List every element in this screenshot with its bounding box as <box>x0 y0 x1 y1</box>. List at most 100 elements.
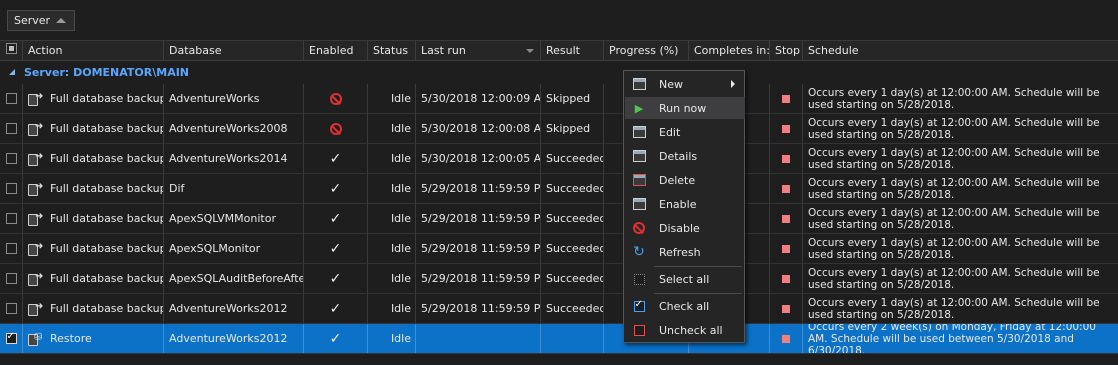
table-row[interactable]: Full database backupDif ✓ Idle5/29/2018 11… <box>0 174 1118 204</box>
header-result[interactable]: Result <box>541 41 604 61</box>
last-run-cell <box>416 324 541 353</box>
table-row[interactable]: Full database backupAdventureWorks2008 Id… <box>0 114 1118 144</box>
row-checkbox[interactable] <box>5 213 17 224</box>
table-row[interactable]: Full database backupAdventureWorks Idle5/… <box>0 84 1118 114</box>
stop-icon[interactable] <box>782 124 790 133</box>
row-checkbox[interactable] <box>5 303 17 314</box>
menu-item-edit[interactable]: Edit <box>625 121 745 143</box>
result-cell: Succeeded <box>541 204 604 233</box>
enabled-cell: ✓ <box>304 234 368 263</box>
menu-item-run-now[interactable]: ▶ Run now <box>625 97 745 119</box>
header-database[interactable]: Database <box>164 41 304 61</box>
menu-separator <box>654 293 742 294</box>
table-row[interactable]: Full database backupApexSQLVMMonitor ✓ Idl… <box>0 204 1118 234</box>
stop-icon[interactable] <box>782 244 790 253</box>
row-checkbox[interactable] <box>5 183 17 194</box>
menu-item-disable[interactable]: Disable <box>625 217 745 239</box>
stop-icon[interactable] <box>782 334 790 343</box>
context-menu: New ▶ Run now Edit Details Delete Enable… <box>623 70 745 343</box>
menu-item-check-all[interactable]: Check all <box>625 295 745 317</box>
enable-icon <box>631 196 647 212</box>
stop-icon[interactable] <box>782 304 790 313</box>
status-cell: Idle <box>368 264 416 293</box>
menu-item-enable[interactable]: Enable <box>625 193 745 215</box>
stop-cell <box>770 264 803 293</box>
stop-icon[interactable] <box>782 154 790 163</box>
header-stop[interactable]: Stop <box>770 41 803 61</box>
action-cell: Full database backup <box>23 234 164 263</box>
row-checkbox-cell <box>0 324 23 353</box>
status-cell: Idle <box>368 144 416 173</box>
action-cell: Full database backup <box>23 204 164 233</box>
table-row[interactable]: Restore AdventureWorks2012 ✓ Idle Occurs eve… <box>0 324 1118 354</box>
row-checkbox[interactable] <box>5 331 17 344</box>
table-row[interactable]: Full database backupAdventureWorks2014 ✓ I… <box>0 144 1118 174</box>
status-cell: Idle <box>368 174 416 203</box>
collapse-group-icon[interactable] <box>9 69 15 75</box>
header-last-run[interactable]: Last run <box>416 41 541 61</box>
result-cell: Succeeded <box>541 294 604 323</box>
action-cell: Full database backup <box>23 294 164 323</box>
stop-icon[interactable] <box>782 184 790 193</box>
stop-icon[interactable] <box>782 214 790 223</box>
enabled-check-icon: ✓ <box>329 180 342 197</box>
header-schedule[interactable]: Schedule <box>803 41 1118 61</box>
submenu-arrow-icon <box>731 80 735 88</box>
backup-icon <box>28 241 44 256</box>
menu-item-select-all[interactable]: Select all <box>625 268 745 290</box>
table-row[interactable]: Full database backupAdventureWorks2012 ✓ I… <box>0 294 1118 324</box>
select-all-checkbox[interactable] <box>6 43 17 54</box>
status-cell: Idle <box>368 294 416 323</box>
menu-item-label: Refresh <box>659 245 701 259</box>
last-run-cell: 5/30/2018 12:00:08 AM <box>416 114 541 143</box>
group-by-server-chip[interactable]: Server <box>7 10 76 31</box>
menu-item-label: New <box>659 77 683 91</box>
status-cell: Idle <box>368 204 416 233</box>
status-cell: Idle <box>368 324 416 353</box>
select-all-icon <box>631 271 647 287</box>
last-run-cell: 5/29/2018 11:59:59 PM <box>416 294 541 323</box>
header-completes-in[interactable]: Completes in: <box>689 41 770 61</box>
action-label: Full database backup <box>50 152 164 165</box>
row-checkbox[interactable] <box>5 123 17 134</box>
stop-icon[interactable] <box>782 274 790 283</box>
backup-icon <box>28 301 44 316</box>
action-label: Full database backup <box>50 302 164 315</box>
menu-item-refresh[interactable]: ↻ Refresh <box>625 241 745 263</box>
header-progress[interactable]: Progress (%) <box>604 41 689 61</box>
action-label: Full database backup <box>50 242 164 255</box>
header-enabled[interactable]: Enabled <box>304 41 368 61</box>
action-cell: Full database backup <box>23 264 164 293</box>
table-row[interactable]: Full database backupApexSQLAuditBeforeAf… <box>0 264 1118 294</box>
header-select-all[interactable] <box>0 41 23 61</box>
menu-item-label: Uncheck all <box>659 323 723 337</box>
row-checkbox[interactable] <box>5 153 17 164</box>
schedule-grid: Action Database Enabled Status Last run … <box>0 41 1118 354</box>
menu-item-delete[interactable]: Delete <box>625 169 745 191</box>
last-run-cell: 5/29/2018 11:59:59 PM <box>416 264 541 293</box>
edit-icon <box>631 124 647 140</box>
row-checkbox-cell <box>0 84 23 113</box>
row-checkbox[interactable] <box>5 273 17 284</box>
database-cell: AdventureWorks2014 <box>164 144 304 173</box>
row-checkbox[interactable] <box>5 93 17 104</box>
row-checkbox[interactable] <box>5 243 17 254</box>
group-chip-label: Server <box>14 14 51 27</box>
header-action[interactable]: Action <box>23 41 164 61</box>
header-status[interactable]: Status <box>368 41 416 61</box>
schedule-cell: Occurs every 1 day(s) at 12:00:00 AM. Sc… <box>808 116 1100 141</box>
menu-item-new[interactable]: New <box>625 73 745 95</box>
menu-item-label: Enable <box>659 197 697 211</box>
database-cell: AdventureWorks <box>164 84 304 113</box>
menu-item-details[interactable]: Details <box>625 145 745 167</box>
table-row[interactable]: Full database backupApexSQLMonitor ✓ Idle5… <box>0 234 1118 264</box>
menu-item-label: Run now <box>659 101 707 115</box>
menu-item-label: Check all <box>659 299 710 313</box>
database-cell: AdventureWorks2012 <box>164 324 304 353</box>
stop-icon[interactable] <box>782 94 790 103</box>
status-cell: Idle <box>368 114 416 143</box>
row-checkbox-cell <box>0 234 23 263</box>
group-row-server[interactable]: Server: DOMENATOR\MAIN <box>0 61 1118 84</box>
database-cell: ApexSQLVMMonitor <box>164 204 304 233</box>
menu-item-uncheck-all[interactable]: Uncheck all <box>625 319 745 341</box>
